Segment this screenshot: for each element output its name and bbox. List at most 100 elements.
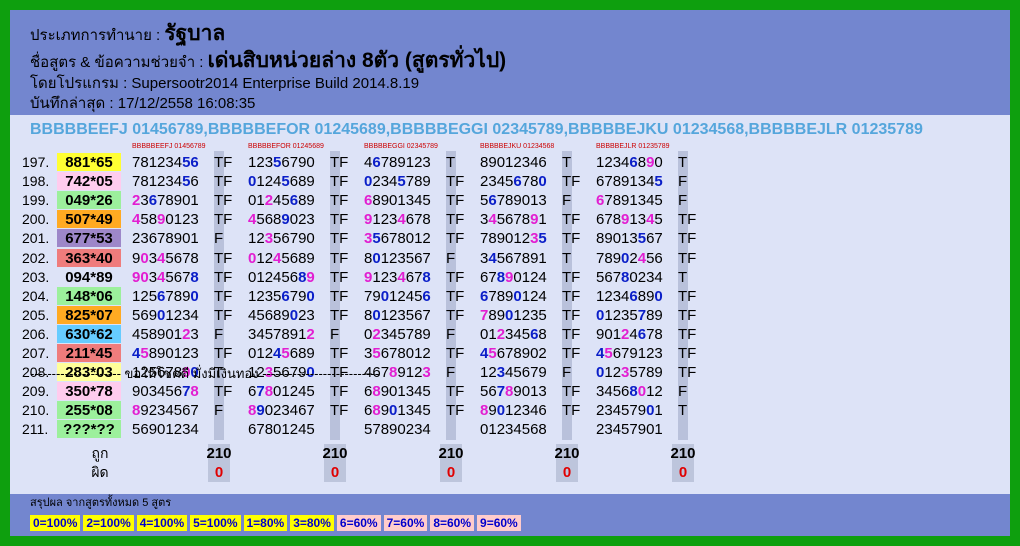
- digit: 2: [513, 154, 522, 171]
- predicted-digits: 23678901: [132, 191, 199, 210]
- hit-result: TF: [446, 345, 465, 362]
- digit: 3: [165, 173, 174, 191]
- digit: 5: [637, 230, 647, 248]
- predicted-digits: 01245689: [248, 172, 315, 191]
- predicted-digits: 68901345: [364, 401, 431, 420]
- digit: 1: [256, 192, 265, 210]
- digit: 6: [538, 402, 547, 420]
- digit: 1: [612, 325, 622, 343]
- total-wrong: 0: [678, 463, 688, 481]
- digit: 3: [264, 287, 274, 305]
- hit-result: TF: [330, 287, 349, 305]
- predicted-digits: 56789013: [480, 382, 547, 401]
- digit-percent-badge: 6=60%: [336, 515, 381, 531]
- draw-result-pair: 094*89: [57, 267, 121, 286]
- digit: 5: [654, 211, 663, 229]
- digit: 1: [148, 173, 158, 191]
- digit: 7: [629, 421, 638, 439]
- digit: 9: [306, 345, 315, 362]
- digit: 6: [148, 230, 158, 248]
- digit: 0: [380, 287, 390, 305]
- digit: 3: [405, 383, 415, 401]
- digit: 0: [538, 173, 547, 191]
- digit: 9: [306, 249, 315, 267]
- digit: 0: [521, 383, 531, 401]
- formula-column-header: BBBBBEEFJ 01456789: [132, 143, 206, 150]
- hit-result: TF: [562, 173, 581, 191]
- digit: 8: [190, 383, 199, 401]
- hit-result: [446, 420, 474, 439]
- digit: 7: [496, 383, 506, 401]
- digit: 6: [140, 306, 149, 324]
- wrong-label: ผิด: [91, 463, 109, 480]
- hit-result: TF: [330, 173, 349, 191]
- predicted-digits: 45689023: [248, 306, 315, 325]
- digit: 6: [629, 154, 638, 171]
- digit: 9: [422, 173, 431, 191]
- digit: 8: [637, 287, 647, 305]
- digit: 3: [612, 154, 622, 171]
- predicted-digits: 01245689: [248, 344, 315, 363]
- digit: 8: [140, 154, 149, 171]
- digit: 6: [654, 249, 663, 267]
- digit: 7: [306, 402, 315, 420]
- hit-result: F: [214, 402, 224, 420]
- predicted-digits: 67890124: [480, 268, 547, 287]
- hit-result: F: [678, 173, 688, 191]
- digit: 5: [521, 325, 531, 343]
- digit: 6: [372, 154, 381, 171]
- formula-name-label: ชื่อสูตร & ข้อความช่วยจำ :: [30, 54, 204, 71]
- predicted-digits: 02345789: [364, 172, 431, 191]
- digit: 6: [190, 173, 199, 191]
- predicted-digits: 23457901: [596, 401, 663, 420]
- digit: 0: [165, 345, 174, 362]
- draw-number: 203.: [22, 268, 50, 285]
- predicted-digits: 56780234: [596, 268, 663, 287]
- draw-result-pair: ???*??: [57, 420, 121, 439]
- digit: 8: [612, 211, 622, 229]
- hit-result: TF: [214, 173, 233, 191]
- digit: 3: [604, 402, 613, 420]
- digit: 2: [256, 230, 265, 248]
- predicted-digits: 91234678: [364, 268, 431, 287]
- digit: 1: [256, 345, 265, 362]
- digit: 9: [397, 154, 406, 171]
- predicted-digits: 23678901: [132, 229, 199, 248]
- digit: 8: [165, 230, 174, 248]
- predicted-digits: 12346890: [596, 153, 663, 172]
- digit: 5: [256, 211, 265, 229]
- prediction-type-line: ประเภทการทำนาย : รัฐบาล: [30, 20, 1010, 45]
- digit: 4: [173, 154, 183, 171]
- hit-result: TF: [562, 268, 581, 286]
- digit: 3: [148, 268, 158, 286]
- hit-result: F: [446, 325, 456, 343]
- digit: 7: [521, 173, 531, 191]
- digit: 5: [496, 211, 506, 229]
- digit: 0: [289, 211, 299, 229]
- digit: 6: [289, 249, 299, 267]
- predicted-digits: 78123456: [132, 153, 199, 172]
- total-wrong: 0: [446, 463, 456, 481]
- digit: 0: [140, 268, 149, 286]
- digit: 9: [612, 249, 622, 267]
- digit: 9: [380, 383, 390, 401]
- digit: 4: [405, 287, 415, 305]
- predicted-digits: 78902456: [596, 249, 663, 268]
- digit: 9: [380, 192, 390, 210]
- digit: 4: [190, 306, 199, 324]
- digit: 2: [372, 173, 381, 191]
- digit: 1: [629, 173, 638, 191]
- predicted-digits: 56901234: [132, 420, 199, 439]
- predicted-digits: 12345679: [480, 363, 547, 382]
- digit: 5: [140, 325, 149, 343]
- digit: 1: [397, 192, 406, 210]
- hit-result: TF: [562, 287, 581, 305]
- digit: 1: [604, 306, 613, 324]
- digit: 7: [637, 306, 647, 324]
- digit: 9: [654, 364, 663, 382]
- digit: 8: [422, 268, 431, 286]
- digit: 7: [604, 192, 613, 210]
- summary-badges: 0=100% 2=100% 4=100% 5=100% 1=80% 3=80% 6=60% 7…: [30, 514, 1010, 532]
- digit: 5: [538, 230, 547, 248]
- hit-result: TF: [446, 192, 465, 210]
